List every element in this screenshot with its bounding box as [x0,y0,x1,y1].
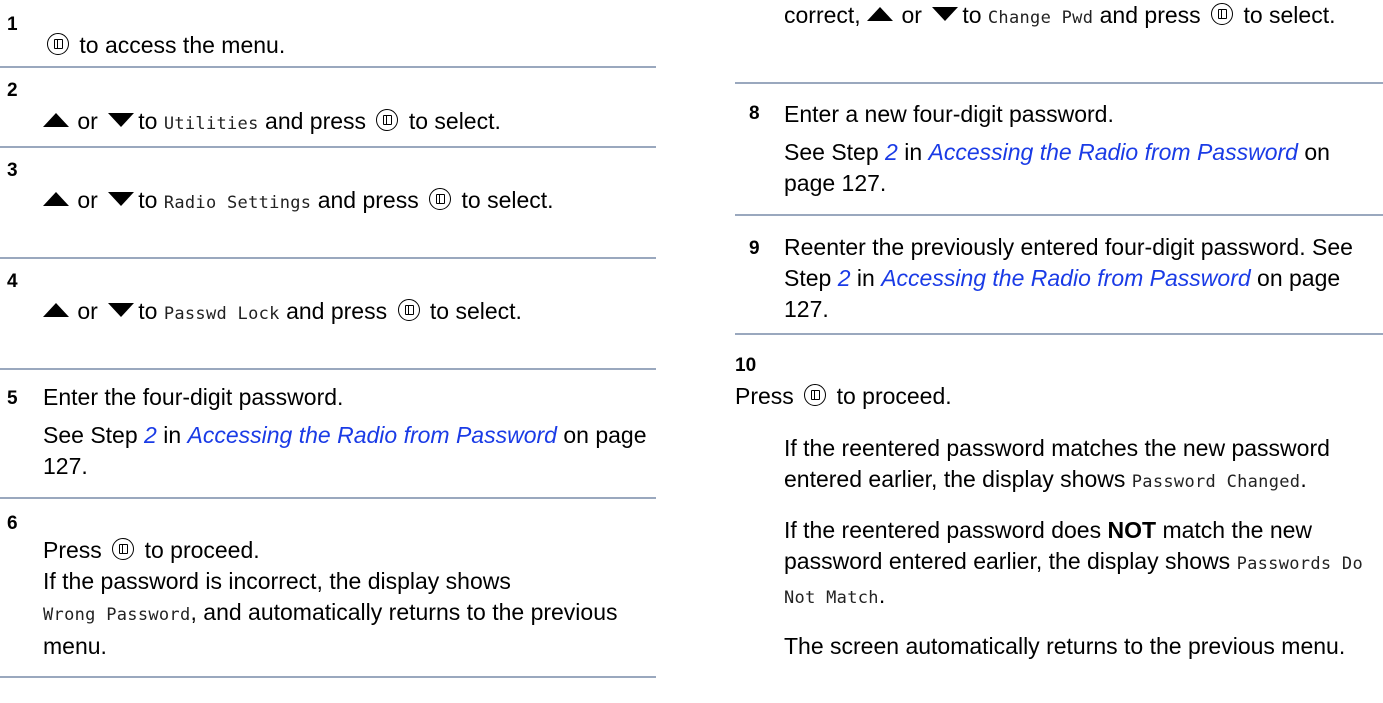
menu-ok-button-icon [429,188,452,210]
step-number: 2 [7,80,18,101]
step-link[interactable]: 2 [885,139,898,165]
menu-ok-button-icon [47,33,69,55]
divider [0,257,656,259]
up-arrow-icon [43,303,69,317]
step-number: 10 [735,355,757,376]
step-number: 4 [7,271,18,292]
up-arrow-icon [867,7,894,21]
display-message: Wrong Password [43,605,191,625]
divider [0,66,656,68]
divider [0,497,656,499]
step-link[interactable]: 2 [838,265,851,291]
step-number: 3 [7,160,18,181]
menu-item-label: Radio Settings [163,193,312,213]
menu-ok-button-icon [397,299,420,321]
step-number: 6 [7,513,18,534]
step-number: 5 [7,388,18,409]
menu-ok-button-icon [804,384,827,406]
down-arrow-icon [108,113,135,127]
step-link[interactable]: 2 [144,422,157,448]
menu-item-label: Utilities [163,114,259,134]
divider [735,82,1383,84]
down-arrow-icon [932,7,959,21]
step-number: 9 [749,238,760,259]
down-arrow-icon [108,303,135,317]
divider [0,146,656,148]
display-message: Password Changed [1131,472,1301,492]
section-link[interactable]: Accessing the Radio from Password [188,422,557,448]
down-arrow-icon [108,192,135,206]
menu-ok-button-icon [376,109,399,131]
divider [0,368,656,370]
menu-item-label: Change Pwd [987,8,1094,28]
menu-ok-button-icon [1211,3,1234,25]
section-link[interactable]: Accessing the Radio from Password [881,265,1250,291]
up-arrow-icon [43,113,69,127]
menu-ok-button-icon [112,538,135,560]
menu-item-label: Passwd Lock [163,304,280,324]
divider [735,333,1383,335]
step-number: 8 [749,103,760,124]
divider [735,214,1383,216]
up-arrow-icon [43,192,69,206]
divider [0,676,656,678]
step-number: 1 [7,14,18,35]
section-link[interactable]: Accessing the Radio from Password [929,139,1298,165]
